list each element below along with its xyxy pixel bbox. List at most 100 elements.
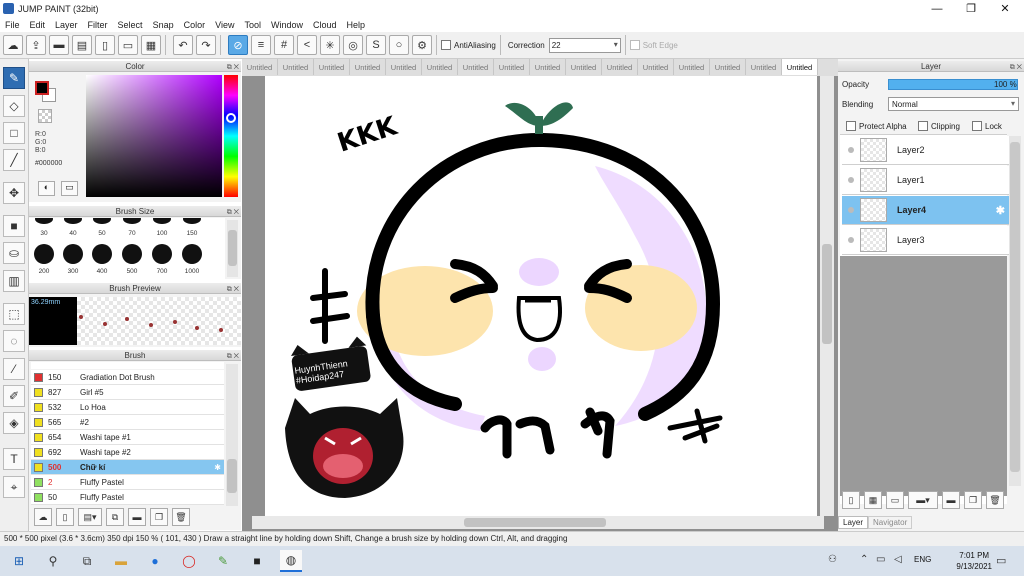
game-app-icon[interactable]: ■ [246,550,268,572]
delete-layer-icon[interactable]: 🗑 [986,491,1004,509]
new-brush-icon[interactable]: ▯ [56,508,74,526]
panel-controls-icon[interactable]: ⧉ ✕ [227,351,239,362]
brush-item[interactable]: 150 Gradiation Dot Brush [31,370,224,385]
color-history-icon[interactable]: ▭ [61,181,78,196]
protect-alpha-checkbox[interactable] [846,121,856,131]
bucket-tool-icon[interactable]: ⛀ [3,242,25,264]
opera-icon[interactable]: ◯ [178,550,200,572]
search-icon[interactable]: ⚲ [42,550,64,572]
magic-wand-tool-icon[interactable]: ⁄ [3,358,25,380]
saturation-value-picker[interactable] [86,75,222,197]
menu-edit[interactable]: Edit [25,20,51,30]
menu-tool[interactable]: Tool [239,20,266,30]
curve-snap-icon[interactable]: S [366,35,386,55]
tab-untitled[interactable]: Untitled [386,59,422,75]
transparent-color-swatch[interactable] [38,109,52,123]
clipping-checkbox[interactable] [918,121,928,131]
blending-dropdown[interactable]: Normal ▾ [888,97,1019,111]
tab-untitled[interactable]: Untitled [422,59,458,75]
new-folder-layer-icon[interactable]: ▭ [886,491,904,509]
visibility-icon[interactable] [848,177,854,183]
layer-row[interactable]: Layer2 [842,136,1009,165]
select-eraser-tool-icon[interactable]: ◈ [3,412,25,434]
cloud-icon[interactable]: ☁ [3,35,23,55]
panel-controls-icon[interactable]: ⧉ ✕ [1010,62,1022,73]
drawing-canvas[interactable]: KKK HuynhThienn #Hoidap247 [265,76,817,516]
size-dot[interactable] [123,218,141,224]
parallel-snap-icon[interactable]: ≡ [251,35,271,55]
paint-app-icon[interactable]: ✎ [212,550,234,572]
volume-icon[interactable]: ◁ [894,554,902,565]
page-icon[interactable]: ▭ [118,35,138,55]
size-dot[interactable] [152,244,172,264]
size-dot[interactable] [122,244,142,264]
size-dot[interactable] [35,218,53,224]
scroll-thumb[interactable] [228,230,237,266]
gradient-tool-icon[interactable]: ▥ [3,270,25,292]
brush-item-selected[interactable]: 500 Chữ kí ✱ [31,460,224,475]
menu-help[interactable]: Help [342,20,371,30]
layer-list-scrollbar[interactable] [1009,136,1021,486]
minimize-button[interactable]: — [920,0,954,17]
menu-filter[interactable]: Filter [83,20,113,30]
select-rect-tool-icon[interactable]: □ [3,122,25,144]
cross-snap-icon[interactable]: # [274,35,294,55]
tab-untitled[interactable]: Untitled [710,59,746,75]
layer-settings-icon[interactable]: ✱ [996,204,1005,217]
lock-checkbox[interactable] [972,121,982,131]
ellipse-snap-icon[interactable]: ○ [389,35,409,55]
message-icon[interactable]: ▤ [72,35,92,55]
delete-icon[interactable]: 🗑 [172,508,190,526]
select-pen-tool-icon[interactable]: ✐ [3,385,25,407]
protect-alpha-option[interactable]: Protect Alpha [846,121,907,131]
close-button[interactable]: ✕ [988,0,1022,17]
size-dot[interactable] [153,218,171,224]
brush-item[interactable]: 2 Fluffy Pastel [31,475,224,490]
maximize-button[interactable]: ❐ [954,0,988,17]
brush-tool-icon[interactable]: ✎ [3,67,25,89]
tab-untitled[interactable]: Untitled [530,59,566,75]
visibility-icon[interactable] [848,147,854,153]
panel-controls-icon[interactable]: ⧉ ✕ [227,284,239,295]
brush-menu-icon[interactable]: ▤▾ [78,508,102,526]
duplicate-icon[interactable]: ❐ [150,508,168,526]
tab-untitled[interactable]: Untitled [602,59,638,75]
new-halftone-layer-icon[interactable]: ▦ [864,491,882,509]
size-dot[interactable] [92,244,112,264]
eraser-tool-icon[interactable]: ◇ [3,95,25,117]
tab-layer[interactable]: Layer [838,516,869,529]
tab-untitled[interactable]: Untitled [746,59,782,75]
menu-file[interactable]: File [0,20,25,30]
language-indicator[interactable]: ENG [914,555,931,564]
correction-dropdown[interactable]: 22 [548,37,621,53]
snap-settings-icon[interactable]: ⚙ [412,35,432,55]
snap-off-icon[interactable]: ⊘ [228,35,248,55]
duplicate-layer-icon[interactable]: ❐ [964,491,982,509]
tab-untitled[interactable]: Untitled [314,59,350,75]
tab-untitled[interactable]: Untitled [242,59,278,75]
new-layer-icon[interactable]: ▯ [842,491,860,509]
canvas-horizontal-scrollbar[interactable] [252,516,824,529]
cloud-download-icon[interactable]: ☁ [34,508,52,526]
scroll-thumb[interactable] [822,244,832,344]
menu-snap[interactable]: Snap [148,20,179,30]
folder-icon[interactable]: ▬ [942,491,960,509]
layer-menu-icon[interactable]: ▬▾ [908,491,938,509]
tray-chevron-icon[interactable]: ⌃ [860,554,868,565]
notification-icon[interactable]: ▭ [996,554,1006,567]
visibility-icon[interactable] [848,237,854,243]
size-dot[interactable] [63,244,83,264]
size-dot[interactable] [182,244,202,264]
size-dot[interactable] [183,218,201,224]
lasso-tool-icon[interactable]: ◌ [3,330,25,352]
folder-icon[interactable]: ▬ [128,508,146,526]
pen-tool-icon[interactable]: ╱ [3,149,25,171]
brush-item[interactable]: 654 Washi tape #1 [31,430,224,445]
brush-item[interactable]: 565 #2 [31,415,224,430]
zalo-icon[interactable]: ● [144,550,166,572]
menu-window[interactable]: Window [266,20,308,30]
grid-settings-icon[interactable]: ▦ [141,35,161,55]
tab-untitled[interactable]: Untitled [674,59,710,75]
move-tool-icon[interactable]: ✥ [3,182,25,204]
brush-list-scrollbar[interactable] [226,364,238,506]
